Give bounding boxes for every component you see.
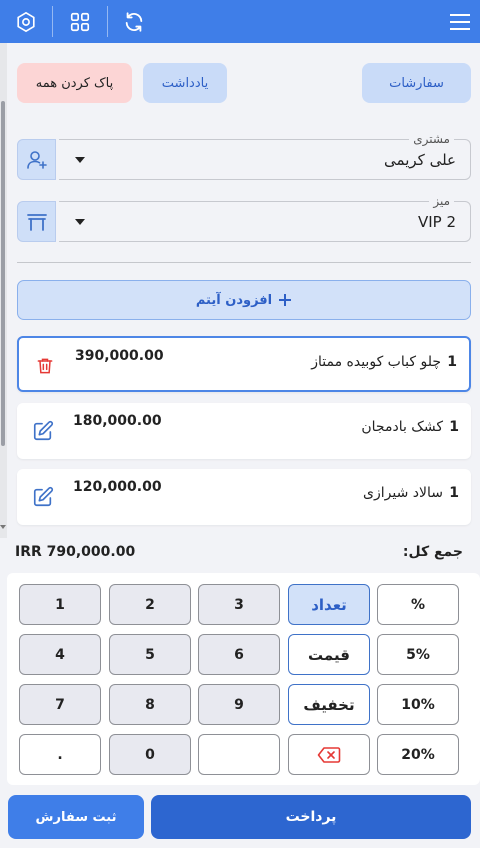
plus-icon — [279, 294, 292, 306]
settings-icon — [17, 11, 35, 32]
price-mode-key[interactable]: قیمت — [288, 634, 370, 675]
discount-mode-key[interactable]: تخفیف — [288, 684, 370, 725]
item-quantity: 1 — [449, 485, 459, 501]
order-item[interactable]: 1 چلو کباب کوبیده ممتاز 390,000.00 — [17, 336, 471, 392]
key-1[interactable]: 1 — [19, 584, 101, 625]
item-name: چلو کباب کوبیده ممتاز — [311, 354, 441, 370]
note-button[interactable]: یادداشت — [143, 63, 227, 103]
total-label: جمع کل: — [402, 544, 463, 560]
decimal-key[interactable]: . — [19, 734, 101, 775]
add-user-icon — [26, 150, 47, 169]
customer-value: علی کریمی — [384, 151, 456, 169]
scrollbar-thumb[interactable] — [1, 101, 5, 446]
menu-button[interactable] — [440, 0, 480, 43]
edit-item-button[interactable] — [31, 485, 55, 509]
clear-all-button[interactable]: پاک کردن همه — [17, 63, 132, 103]
orders-button[interactable]: سفارشات — [362, 63, 471, 103]
key-8[interactable]: 8 — [109, 684, 191, 725]
numeric-keypad: % تعداد 3 2 1 5% قیمت 6 5 4 10% تخفیف 9 … — [7, 573, 480, 785]
sync-button[interactable] — [108, 0, 160, 43]
backspace-icon — [317, 746, 341, 763]
table-label: میز — [429, 194, 454, 208]
customer-label: مشتری — [409, 132, 454, 146]
total-value: IRR 790,000.00 — [15, 544, 136, 560]
customer-select[interactable]: مشتری علی کریمی — [59, 132, 471, 180]
dropdown-caret-icon — [75, 219, 85, 225]
top-bar — [0, 0, 480, 43]
key-6[interactable]: 6 — [198, 634, 280, 675]
item-name: کشک بادمجان — [361, 419, 443, 435]
pay-button[interactable]: پرداخت — [151, 795, 471, 839]
key-3[interactable]: 3 — [198, 584, 280, 625]
table-icon — [26, 213, 47, 231]
key-0[interactable]: 0 — [109, 734, 191, 775]
key-7[interactable]: 7 — [19, 684, 101, 725]
item-price: 390,000.00 — [75, 348, 164, 364]
grid-icon — [70, 12, 90, 31]
add-item-button[interactable]: افزودن آیتم — [17, 280, 471, 320]
discount-5-key[interactable]: 5% — [377, 634, 459, 675]
quantity-mode-key[interactable]: تعداد — [288, 584, 370, 625]
edit-icon — [33, 486, 54, 507]
table-value: VIP 2 — [417, 213, 456, 231]
submit-order-button[interactable]: ثبت سفارش — [8, 795, 144, 839]
dropdown-caret-icon — [75, 157, 85, 163]
key-5[interactable]: 5 — [109, 634, 191, 675]
item-quantity: 1 — [449, 419, 459, 435]
edit-item-button[interactable] — [31, 419, 55, 443]
delete-item-button[interactable] — [33, 354, 57, 378]
section-divider — [17, 262, 471, 263]
settings-button[interactable] — [0, 0, 52, 43]
blank-key[interactable] — [198, 734, 280, 775]
sync-icon — [125, 11, 143, 32]
key-2[interactable]: 2 — [109, 584, 191, 625]
item-name: سالاد شیرازی — [363, 485, 443, 501]
discount-10-key[interactable]: 10% — [377, 684, 459, 725]
item-price: 120,000.00 — [73, 479, 162, 495]
backspace-key[interactable] — [288, 734, 370, 775]
key-4[interactable]: 4 — [19, 634, 101, 675]
add-customer-button[interactable] — [17, 139, 56, 180]
trash-icon — [37, 358, 53, 374]
hamburger-menu-icon — [450, 13, 470, 30]
edit-icon — [33, 420, 54, 441]
key-9[interactable]: 9 — [198, 684, 280, 725]
percent-key[interactable]: % — [377, 584, 459, 625]
grid-view-button[interactable] — [53, 0, 107, 43]
table-picker-button[interactable] — [17, 201, 56, 242]
discount-20-key[interactable]: 20% — [377, 734, 459, 775]
scroll-down-arrow[interactable] — [0, 525, 6, 529]
scrollbar[interactable] — [0, 43, 7, 538]
order-item[interactable]: 1 سالاد شیرازی 120,000.00 — [17, 469, 471, 525]
item-quantity: 1 — [447, 354, 457, 370]
table-select[interactable]: میز VIP 2 — [59, 194, 471, 242]
add-item-label: افزودن آیتم — [195, 292, 273, 308]
order-item[interactable]: 1 کشک بادمجان 180,000.00 — [17, 403, 471, 459]
item-price: 180,000.00 — [73, 413, 162, 429]
